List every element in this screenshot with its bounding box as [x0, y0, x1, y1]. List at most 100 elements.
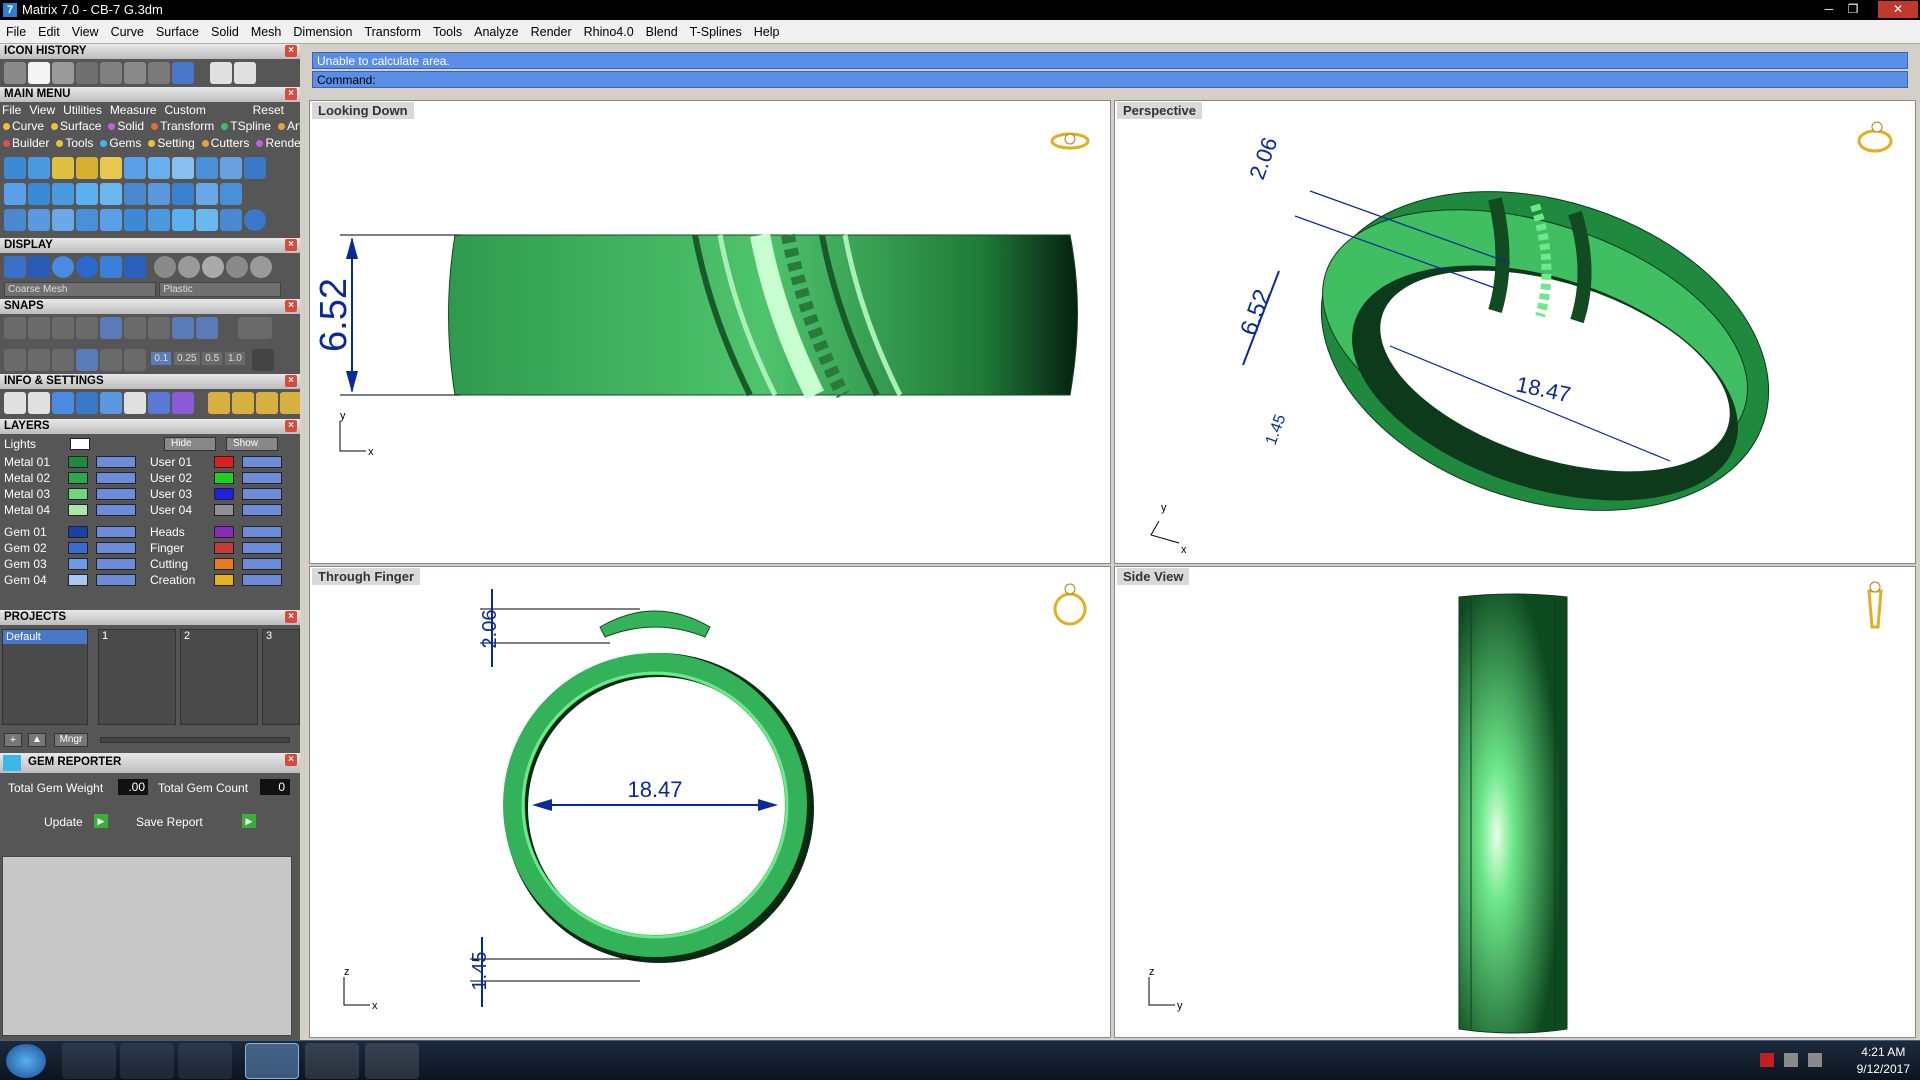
- layer-row[interactable]: User 03: [150, 486, 290, 502]
- snap-icon[interactable]: [76, 317, 98, 339]
- play-icon[interactable]: ▶: [94, 814, 108, 828]
- layer-row[interactable]: Gem 04: [4, 572, 144, 588]
- close-icon[interactable]: ×: [285, 239, 297, 251]
- layer-row[interactable]: Gem 01: [4, 524, 144, 540]
- menu-transform[interactable]: Transform: [358, 20, 427, 44]
- menu-render[interactable]: Render: [525, 20, 578, 44]
- close-icon[interactable]: ×: [285, 611, 297, 623]
- history-tool-icon[interactable]: [124, 62, 146, 84]
- history-tool-icon[interactable]: [52, 62, 74, 84]
- menu-mesh[interactable]: Mesh: [245, 20, 288, 44]
- mm-measure[interactable]: Measure: [110, 103, 157, 117]
- menu-dimension[interactable]: Dimension: [287, 20, 358, 44]
- layer-color-swatch[interactable]: [214, 472, 234, 484]
- layer-color-swatch[interactable]: [68, 526, 88, 538]
- material-sphere-icon[interactable]: [202, 256, 224, 278]
- snap-icon[interactable]: [28, 317, 50, 339]
- layer-color-swatch[interactable]: [68, 542, 88, 554]
- layer-lock-icon[interactable]: [242, 472, 282, 484]
- mm-tools[interactable]: Tools: [56, 136, 93, 150]
- layer-color-swatch[interactable]: [214, 526, 234, 538]
- mm-utilities[interactable]: Utilities: [63, 103, 102, 117]
- display-icon[interactable]: [100, 256, 122, 278]
- tool-icon[interactable]: [148, 183, 170, 205]
- maximize-button[interactable]: ❐: [1842, 1, 1864, 18]
- search-icon[interactable]: [28, 392, 50, 414]
- close-icon[interactable]: ×: [285, 754, 297, 766]
- layer-lock-icon[interactable]: [96, 504, 136, 516]
- snap-icon[interactable]: [100, 349, 122, 371]
- show-all-button[interactable]: Show: [226, 437, 278, 451]
- tool-icon[interactable]: [4, 157, 26, 179]
- circle-icon[interactable]: [244, 209, 266, 231]
- layer-lock-icon[interactable]: [242, 542, 282, 554]
- snap-icon[interactable]: [124, 317, 146, 339]
- shaded-sphere-icon[interactable]: [76, 256, 98, 278]
- snap-value[interactable]: 0.5: [202, 352, 223, 365]
- wireframe-icon[interactable]: [4, 256, 26, 278]
- viewport-looking-down[interactable]: 6.52 y x Looking Down: [309, 100, 1111, 564]
- layer-row[interactable]: Finger: [150, 540, 290, 556]
- settings-icon[interactable]: [4, 392, 26, 414]
- mm-view[interactable]: View: [29, 103, 55, 117]
- app-taskbar-icon[interactable]: [365, 1043, 419, 1079]
- shaded-sphere-icon[interactable]: [52, 256, 74, 278]
- new-file-icon[interactable]: [28, 62, 50, 84]
- layer-row[interactable]: Metal 04: [4, 502, 144, 518]
- play-icon[interactable]: ▶: [242, 814, 256, 828]
- material-sphere-icon[interactable]: [154, 256, 176, 278]
- internet-explorer-icon[interactable]: [62, 1043, 116, 1079]
- menu-rhino4[interactable]: Rhino4.0: [578, 20, 640, 44]
- layer-color-swatch[interactable]: [214, 558, 234, 570]
- viewport-label[interactable]: Looking Down: [312, 102, 414, 119]
- move-icon[interactable]: [100, 209, 122, 231]
- history-tool-icon[interactable]: [4, 62, 26, 84]
- menu-tools[interactable]: Tools: [427, 20, 468, 44]
- media-player-icon[interactable]: [178, 1043, 232, 1079]
- snap-value[interactable]: 0.25: [174, 352, 200, 365]
- menu-tsplines[interactable]: T-Splines: [684, 20, 748, 44]
- layer-lock-icon[interactable]: [96, 488, 136, 500]
- gem-icon[interactable]: [28, 183, 50, 205]
- mm-builder[interactable]: Builder: [3, 136, 49, 150]
- project-manager-button[interactable]: Mngr: [54, 733, 88, 747]
- mm-tspline[interactable]: TSpline: [221, 119, 271, 133]
- projects-scrollbar[interactable]: [100, 737, 290, 743]
- mm-reset[interactable]: Reset: [253, 102, 284, 118]
- mm-solid[interactable]: Solid: [108, 119, 144, 133]
- tool-icon[interactable]: [172, 183, 194, 205]
- display-mode-select[interactable]: Coarse Mesh: [4, 282, 156, 297]
- tool-icon[interactable]: [4, 183, 26, 205]
- update-button[interactable]: Update: [44, 815, 83, 829]
- layer-lock-icon[interactable]: [96, 526, 136, 538]
- start-button[interactable]: [6, 1044, 46, 1078]
- snap-icon[interactable]: [172, 317, 194, 339]
- layer-color-swatch[interactable]: [68, 488, 88, 500]
- layer-lock-icon[interactable]: [96, 574, 136, 586]
- tool-icon[interactable]: [76, 209, 98, 231]
- snap-icon[interactable]: [76, 349, 98, 371]
- viewport-label[interactable]: Side View: [1117, 568, 1190, 585]
- ring-view-icon[interactable]: [1053, 583, 1087, 626]
- layer-color-swatch[interactable]: [68, 574, 88, 586]
- hide-all-button[interactable]: Hide: [164, 437, 216, 451]
- display-icon[interactable]: [28, 256, 50, 278]
- layer-row[interactable]: Metal 01: [4, 454, 144, 470]
- arrow-left-icon[interactable]: [210, 62, 232, 84]
- command-line[interactable]: Command:: [312, 71, 1908, 88]
- material-sphere-icon[interactable]: [178, 256, 200, 278]
- rhino-taskbar-icon[interactable]: [305, 1043, 359, 1079]
- tool-icon[interactable]: [220, 183, 242, 205]
- mm-transform[interactable]: Transform: [151, 119, 214, 133]
- layer-lock-icon[interactable]: [242, 456, 282, 468]
- layer-color-swatch[interactable]: [214, 504, 234, 516]
- close-icon[interactable]: ×: [285, 375, 297, 387]
- setting-icon[interactable]: [232, 392, 254, 414]
- tool-icon[interactable]: [52, 209, 74, 231]
- menu-blend[interactable]: Blend: [640, 20, 684, 44]
- project-slot[interactable]: 3: [262, 629, 300, 725]
- snap-icon[interactable]: [148, 317, 170, 339]
- close-icon[interactable]: ×: [285, 300, 297, 312]
- menu-edit[interactable]: Edit: [32, 20, 66, 44]
- material-select[interactable]: Plastic: [159, 282, 282, 297]
